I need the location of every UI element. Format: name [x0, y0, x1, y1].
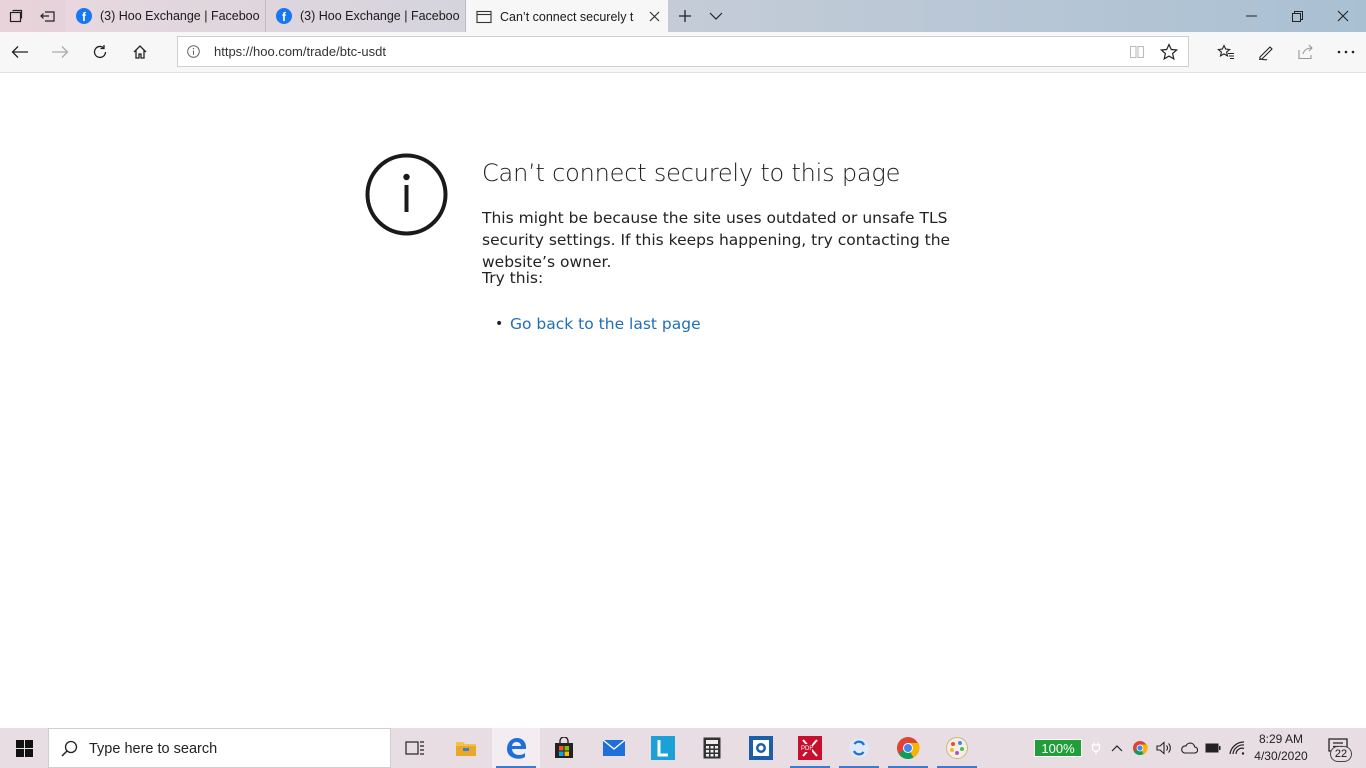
svg-text:PDF: PDF — [801, 746, 813, 752]
taskbar: Type here to search PDF 100% 8:29 AM 4/3… — [0, 728, 1366, 768]
search-icon — [61, 740, 78, 757]
l-app-icon[interactable] — [639, 728, 687, 768]
try-this-label: Try this: — [482, 269, 544, 287]
show-hidden-icons-chevron-icon[interactable] — [1106, 728, 1128, 768]
taskbar-search-box[interactable]: Type here to search — [48, 728, 391, 768]
refresh-icon[interactable] — [80, 32, 120, 72]
notification-count-badge: 22 — [1330, 746, 1352, 762]
search-placeholder: Type here to search — [89, 741, 218, 757]
reading-view-icon — [1129, 44, 1145, 60]
tab-facebook-1[interactable]: f (3) Hoo Exchange | Faceboo — [66, 0, 266, 32]
page-icon — [476, 10, 492, 24]
file-explorer-icon[interactable] — [442, 728, 490, 768]
error-description: This might be because the site uses outd… — [482, 209, 951, 271]
clock-time: 8:29 AM — [1258, 732, 1304, 746]
page-content: Can’t connect securely to this page This… — [0, 73, 1366, 728]
share-icon — [1286, 32, 1326, 72]
battery-indicator[interactable]: 100% — [1034, 739, 1082, 757]
tab-title: (3) Hoo Exchange | Faceboo — [100, 9, 260, 23]
minimize-icon[interactable] — [1228, 0, 1274, 32]
favorites-hub-icon[interactable] — [1206, 32, 1246, 72]
tab-active-error[interactable]: Can’t connect securely t — [466, 0, 668, 33]
system-clock[interactable]: 8:29 AM 4/30/2020 — [1248, 731, 1314, 765]
tab-facebook-2[interactable]: f (3) Hoo Exchange | Faceboo — [266, 0, 466, 32]
favorite-star-icon[interactable] — [1160, 43, 1178, 61]
back-arrow-icon[interactable] — [0, 32, 40, 72]
set-aside-tabs-icon[interactable] — [32, 0, 64, 32]
volume-icon[interactable] — [1152, 728, 1176, 768]
site-info-icon[interactable] — [187, 45, 200, 58]
action-center-icon[interactable]: 22 — [1322, 728, 1366, 768]
list-bullet: • — [495, 316, 504, 332]
mail-icon[interactable] — [590, 728, 638, 768]
onedrive-cloud-icon[interactable] — [1176, 728, 1202, 768]
close-tab-icon[interactable] — [640, 11, 668, 22]
close-window-icon[interactable] — [1320, 0, 1366, 32]
clock-date: 4/30/2020 — [1254, 749, 1308, 763]
new-tab-icon[interactable] — [670, 0, 700, 32]
tab-manager-icon[interactable] — [0, 0, 32, 32]
notes-pen-icon[interactable] — [1246, 32, 1286, 72]
address-bar[interactable]: https://hoo.com/trade/btc-usdt — [177, 36, 1189, 67]
facebook-icon: f — [276, 8, 292, 24]
info-icon — [365, 153, 448, 236]
navigation-bar: https://hoo.com/trade/btc-usdt — [0, 32, 1366, 73]
forward-arrow-icon — [40, 32, 80, 72]
more-options-icon[interactable] — [1326, 32, 1366, 72]
tab-preview-chevron-icon[interactable] — [702, 0, 730, 32]
power-plug-icon — [1086, 728, 1106, 768]
edge-browser-icon[interactable] — [492, 728, 540, 768]
address-url: https://hoo.com/trade/btc-usdt — [214, 44, 386, 59]
restore-icon[interactable] — [1274, 0, 1320, 32]
task-view-icon[interactable] — [391, 728, 439, 768]
wifi-icon[interactable] — [1226, 728, 1248, 768]
chrome-tray-icon[interactable] — [1128, 728, 1152, 768]
chrome-icon[interactable] — [884, 728, 932, 768]
tab-bar: f (3) Hoo Exchange | Faceboo f (3) Hoo E… — [0, 0, 1366, 33]
sync-app-icon[interactable] — [835, 728, 883, 768]
pdf-app-icon[interactable]: PDF — [786, 728, 834, 768]
paint-app-icon[interactable] — [933, 728, 981, 768]
microsoft-store-icon[interactable] — [540, 728, 588, 768]
calculator-icon[interactable] — [688, 728, 736, 768]
camera-app-icon[interactable] — [737, 728, 785, 768]
tab-title: (3) Hoo Exchange | Faceboo — [300, 9, 460, 23]
battery-icon[interactable] — [1202, 728, 1224, 768]
home-icon[interactable] — [120, 32, 160, 72]
windows-start-icon[interactable] — [0, 728, 48, 768]
go-back-link[interactable]: Go back to the last page — [510, 315, 701, 333]
error-title: Can’t connect securely to this page — [482, 159, 901, 187]
tab-title: Can’t connect securely t — [500, 9, 634, 24]
facebook-icon: f — [76, 8, 92, 24]
